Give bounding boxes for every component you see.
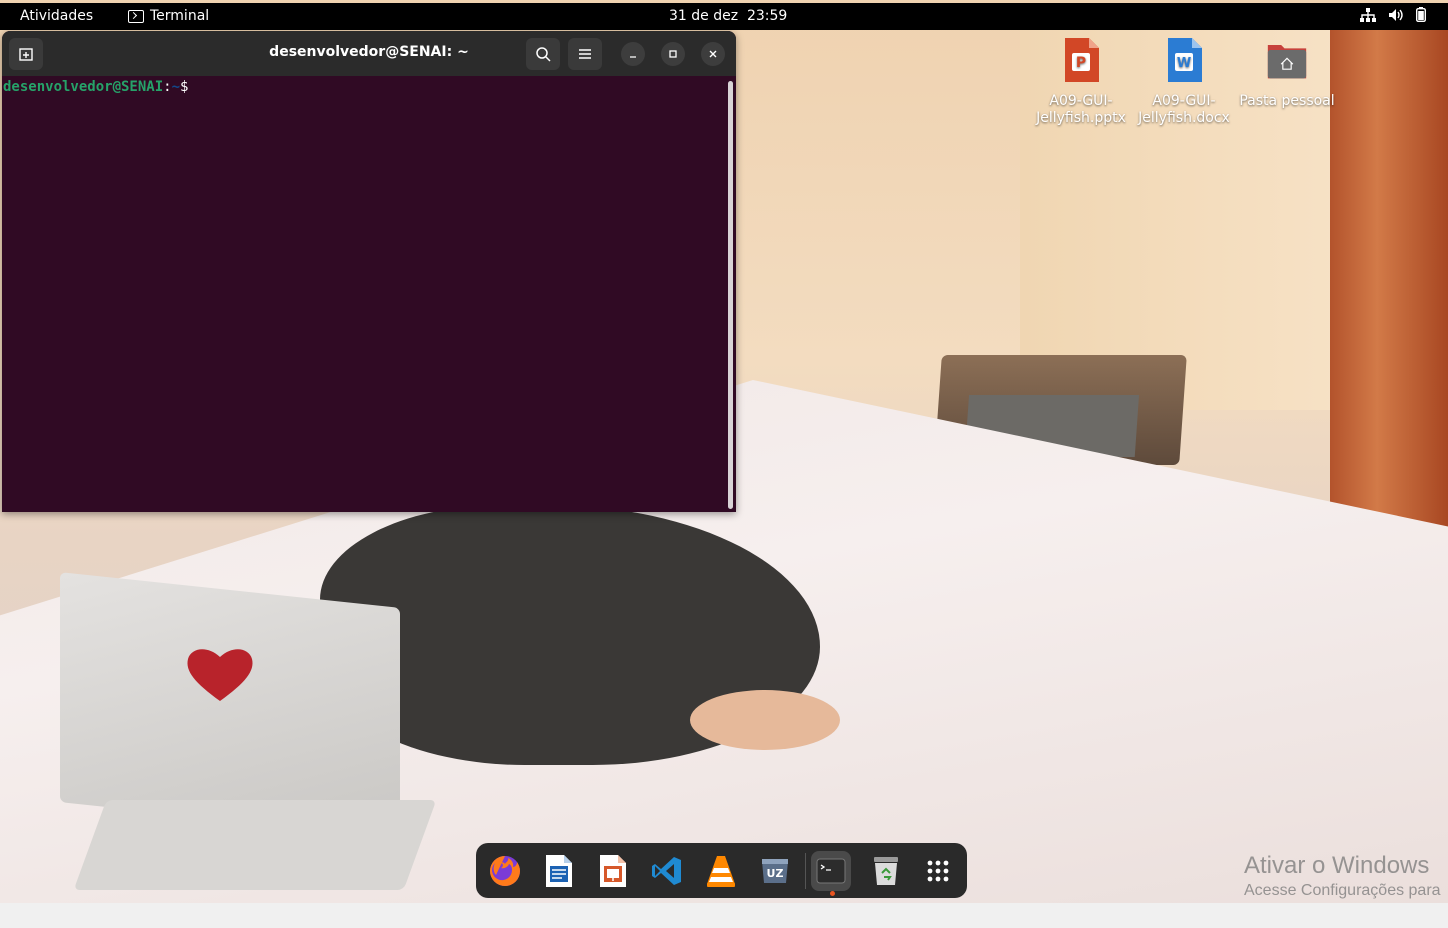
search-button[interactable] bbox=[526, 38, 560, 70]
battery-icon bbox=[1416, 7, 1426, 22]
app-menu-label: Terminal bbox=[150, 8, 210, 24]
desktop-icon-home[interactable]: Pasta pessoal bbox=[1237, 36, 1337, 110]
maximize-button[interactable] bbox=[661, 42, 685, 66]
terminal-icon bbox=[128, 9, 144, 23]
terminal-icon bbox=[816, 858, 846, 884]
dock-archive-manager[interactable]: UZ bbox=[755, 851, 795, 891]
activities-button[interactable]: Atividades bbox=[20, 8, 93, 24]
vscode-icon bbox=[652, 857, 681, 885]
show-applications-button[interactable] bbox=[918, 851, 958, 891]
home-folder-icon bbox=[1267, 45, 1307, 79]
bottom-strip bbox=[0, 903, 1448, 928]
search-icon bbox=[536, 47, 551, 62]
dock: UZ bbox=[476, 843, 967, 898]
terminal-output[interactable]: desenvolvedor@SENAI:~$ bbox=[2, 76, 736, 512]
terminal-window[interactable]: desenvolvedor@SENAI: ~ desenvolvedor@SEN… bbox=[2, 31, 736, 512]
desktop-icon-docx[interactable]: W A09-GUI-Jellyfish.docx bbox=[1134, 36, 1234, 127]
terminal-titlebar[interactable]: desenvolvedor@SENAI: ~ bbox=[2, 31, 736, 76]
svg-text:UZ: UZ bbox=[767, 867, 784, 880]
firefox-icon bbox=[490, 856, 520, 886]
dock-impress[interactable] bbox=[593, 851, 633, 891]
maximize-icon bbox=[669, 50, 677, 58]
vlc-icon bbox=[707, 856, 735, 887]
archive-icon: UZ bbox=[762, 859, 788, 883]
dock-separator bbox=[805, 853, 806, 889]
running-indicator bbox=[830, 891, 835, 896]
svg-text:W: W bbox=[1177, 56, 1191, 71]
network-icon bbox=[1360, 7, 1376, 22]
wallpaper-curtain bbox=[1330, 30, 1448, 550]
trash-icon bbox=[874, 857, 898, 885]
close-button[interactable] bbox=[701, 42, 725, 66]
dock-trash[interactable] bbox=[866, 851, 906, 891]
minimize-icon bbox=[630, 56, 636, 58]
menu-icon bbox=[579, 49, 591, 59]
desktop: Atividades Terminal 31 de dez 23:59 dese… bbox=[0, 0, 1448, 928]
dock-terminal[interactable] bbox=[811, 851, 851, 891]
dock-firefox[interactable] bbox=[485, 851, 525, 891]
prompt-colon: : bbox=[163, 79, 172, 95]
prompt-symbol: $ bbox=[180, 79, 189, 95]
app-grid-icon bbox=[927, 860, 949, 882]
desktop-icon-label: A09-GUI-Jellyfish.docx bbox=[1138, 93, 1230, 126]
menu-button[interactable] bbox=[568, 38, 602, 70]
svg-text:P: P bbox=[1076, 55, 1086, 71]
wallpaper-feet bbox=[690, 690, 840, 750]
windows-activation-watermark: Ativar o Windows Acesse Configurações pa… bbox=[1244, 852, 1441, 900]
system-tray[interactable] bbox=[1360, 7, 1426, 22]
impress-icon bbox=[600, 855, 626, 887]
volume-icon bbox=[1389, 8, 1403, 21]
wallpaper-laptop bbox=[60, 572, 400, 838]
desktop-icon-label: Pasta pessoal bbox=[1239, 93, 1335, 109]
dock-vlc[interactable] bbox=[701, 851, 741, 891]
app-menu[interactable]: Terminal bbox=[128, 8, 209, 24]
prompt-user: desenvolvedor@SENAI bbox=[3, 79, 164, 95]
writer-icon bbox=[546, 855, 572, 887]
powerpoint-file-icon: P bbox=[1065, 38, 1099, 82]
heart-sticker-icon bbox=[187, 649, 253, 701]
terminal-scrollbar[interactable] bbox=[728, 81, 733, 509]
dock-vscode[interactable] bbox=[647, 851, 687, 891]
desktop-icon-pptx[interactable]: P A09-GUI-Jellyfish.pptx bbox=[1031, 36, 1131, 127]
watermark-subtitle: Acesse Configurações para bbox=[1244, 882, 1441, 899]
word-file-icon: W bbox=[1168, 38, 1202, 82]
wallpaper-laptop-base bbox=[73, 800, 437, 890]
top-bar: Atividades Terminal 31 de dez 23:59 bbox=[0, 3, 1448, 30]
prompt-path: ~ bbox=[171, 79, 181, 95]
clock[interactable]: 31 de dez 23:59 bbox=[669, 8, 787, 24]
watermark-title: Ativar o Windows bbox=[1244, 852, 1430, 879]
desktop-icon-label: A09-GUI-Jellyfish.pptx bbox=[1036, 93, 1126, 126]
close-icon bbox=[709, 50, 717, 58]
minimize-button[interactable] bbox=[621, 42, 645, 66]
dock-writer[interactable] bbox=[539, 851, 579, 891]
